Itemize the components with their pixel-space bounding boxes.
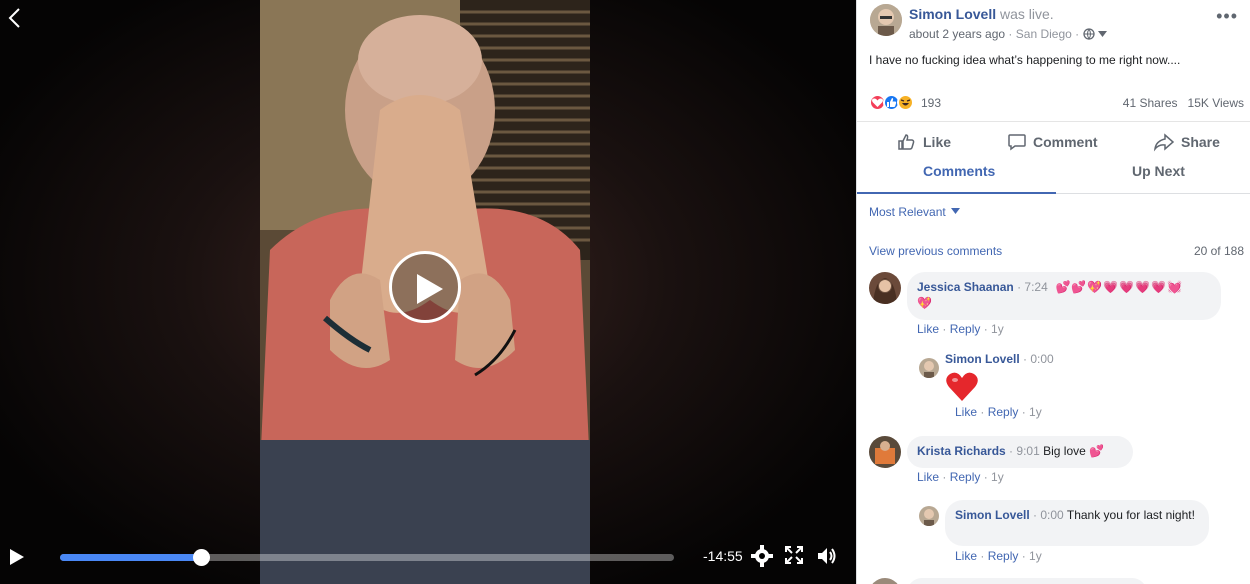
view-count: 15K Views	[1187, 96, 1244, 110]
volume-icon[interactable]	[816, 545, 838, 567]
play-icon[interactable]	[8, 547, 26, 567]
play-icon	[417, 274, 443, 304]
comment-timestamp[interactable]: 7:24	[1024, 280, 1047, 294]
comment-count: 20 of 188	[1193, 244, 1244, 258]
comment-icon	[1008, 134, 1026, 151]
comment-actions: Like · Reply · 1y	[917, 322, 1004, 336]
heart-emojis: 💕💕💖💗💗💗💗💓	[1051, 280, 1183, 294]
post-location[interactable]: San Diego	[1016, 27, 1072, 41]
comment-like-link[interactable]: Like	[917, 470, 939, 484]
view-previous-comments-link[interactable]: View previous comments	[869, 244, 1002, 258]
comment-actions: Like · Reply · 1y	[917, 470, 1004, 484]
comment-age[interactable]: 1y	[1029, 549, 1042, 563]
avatar[interactable]	[869, 436, 901, 468]
comment-actions: Like · Reply · 1y	[955, 405, 1042, 419]
comment-timestamp[interactable]: 0:00	[1040, 508, 1063, 522]
settings-gear-icon[interactable]	[751, 545, 773, 567]
fullscreen-icon[interactable]	[784, 545, 806, 567]
author-status: was live.	[1000, 6, 1054, 22]
thumbs-up-icon	[898, 134, 915, 150]
heart-emoji: 💕	[1089, 444, 1105, 458]
comment-button[interactable]: Comment	[1007, 132, 1098, 152]
sort-label: Most Relevant	[869, 205, 946, 219]
share-count[interactable]: 41 Shares	[1123, 96, 1178, 110]
share-button[interactable]: Share	[1153, 132, 1220, 152]
more-options-icon[interactable]: •••	[1216, 6, 1238, 27]
chevron-down-icon	[951, 208, 961, 214]
like-label: Like	[923, 134, 952, 150]
post-panel: Simon Lovell was live. about 2 years ago…	[856, 0, 1250, 584]
avatar[interactable]	[919, 506, 939, 526]
time-remaining: -14:55	[703, 548, 743, 564]
chevron-down-icon[interactable]	[1097, 26, 1107, 40]
reply-header: Simon Lovell · 0:00	[945, 352, 1054, 366]
comment-age[interactable]: 1y	[991, 470, 1004, 484]
progress-fill	[60, 554, 202, 561]
comment-text: Big love	[1043, 444, 1086, 458]
comment-text: Thank you for last night!	[1066, 508, 1195, 522]
haha-reaction-icon	[897, 94, 914, 111]
comment-timestamp[interactable]: 0:00	[1030, 352, 1053, 366]
comment-reply-link[interactable]: Reply	[988, 549, 1019, 563]
post-actions: Like Comment Share	[857, 121, 1250, 161]
comment-like-link[interactable]: Like	[917, 322, 939, 336]
back-arrow-icon[interactable]	[4, 6, 26, 30]
comment-age[interactable]: 1y	[1029, 405, 1042, 419]
comment-bubble	[907, 578, 1147, 584]
post-time[interactable]: about 2 years ago	[909, 27, 1005, 41]
comment-label: Comment	[1033, 134, 1098, 150]
video-player[interactable]: -14:55	[0, 0, 856, 584]
heart-icon	[945, 371, 979, 403]
panel-tabs: Comments Up Next	[857, 158, 1250, 194]
comment-bubble: Jessica Shaanan · 7:24 💕💕💖💗💗💗💗💓 💖	[907, 272, 1221, 320]
comment-reply-link[interactable]: Reply	[988, 405, 1019, 419]
comment-bubble: Krista Richards · 9:01 Big love 💕	[907, 436, 1133, 468]
comment-bubble: Simon Lovell · 0:00 Thank you for last n…	[945, 500, 1209, 546]
play-button[interactable]	[389, 251, 461, 323]
commenter-name[interactable]: Simon Lovell	[945, 352, 1020, 366]
heart-emoji: 💖	[917, 296, 932, 310]
comment-like-link[interactable]: Like	[955, 405, 977, 419]
avatar[interactable]	[869, 272, 901, 304]
post-text: I have no fucking idea what’s happening …	[869, 53, 1181, 67]
tab-comments[interactable]: Comments	[923, 163, 995, 179]
avatar[interactable]	[870, 4, 902, 36]
comment-like-link[interactable]: Like	[955, 549, 977, 563]
commenter-name[interactable]: Jessica Shaanan	[917, 280, 1014, 294]
progress-handle[interactable]	[193, 549, 211, 566]
globe-icon[interactable]	[1082, 28, 1095, 43]
like-button[interactable]: Like	[897, 132, 951, 152]
comment-actions: Like · Reply · 1y	[955, 549, 1042, 563]
avatar[interactable]	[919, 358, 939, 378]
active-tab-indicator	[857, 192, 1056, 194]
author-name[interactable]: Simon Lovell	[909, 6, 996, 22]
reaction-count: 193	[921, 96, 942, 110]
avatar[interactable]	[869, 578, 901, 584]
commenter-name[interactable]: Simon Lovell	[955, 508, 1030, 522]
tab-up-next[interactable]: Up Next	[1132, 163, 1185, 179]
comment-age[interactable]: 1y	[991, 322, 1004, 336]
post-meta: about 2 years ago · San Diego ·	[909, 26, 1107, 43]
comment-sort-dropdown[interactable]: Most Relevant	[869, 205, 961, 219]
comment-reply-link[interactable]: Reply	[950, 322, 981, 336]
commenter-name[interactable]: Krista Richards	[917, 444, 1006, 458]
video-controls: -14:55	[0, 536, 856, 584]
share-icon	[1153, 133, 1175, 152]
progress-bar[interactable]	[60, 549, 674, 566]
share-view-stats: 41 Shares 15K Views	[1123, 96, 1244, 110]
comment-reply-link[interactable]: Reply	[950, 470, 981, 484]
post-author-line: Simon Lovell was live.	[909, 6, 1054, 22]
share-label: Share	[1181, 134, 1220, 150]
comment-timestamp[interactable]: 9:01	[1016, 444, 1039, 458]
